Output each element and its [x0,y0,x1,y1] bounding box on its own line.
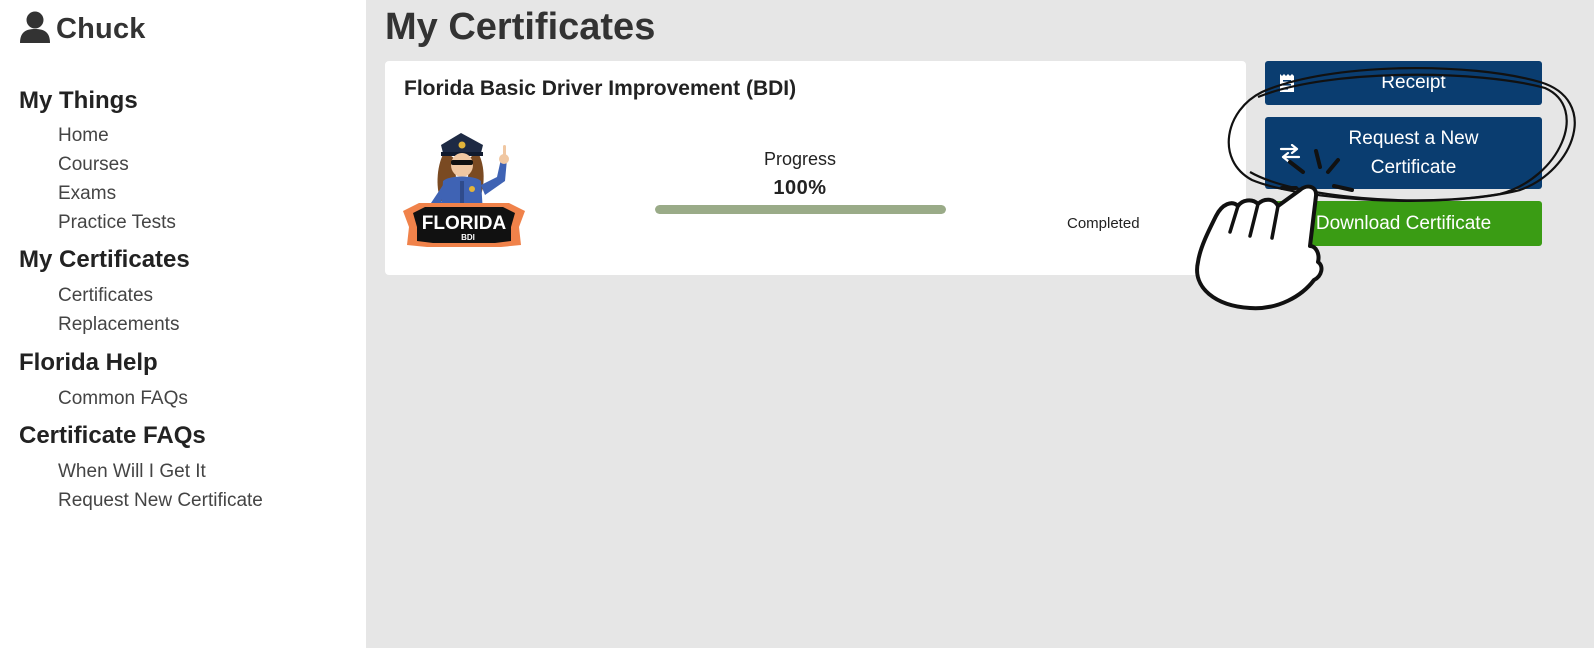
sidebar-item-replacements[interactable]: Replacements [58,310,190,339]
user-icon [18,10,52,49]
nav-section-my-things: My Things Home Courses Exams Practice Te… [19,86,176,237]
logo-text: FLORIDA [422,213,507,234]
progress-label: Progress [763,149,837,169]
user-header[interactable]: Chuck [18,10,146,49]
sidebar-item-courses[interactable]: Courses [58,150,176,179]
request-new-certificate-button[interactable]: Request a New Certificate [1265,117,1542,189]
sidebar-item-exams[interactable]: Exams [58,179,176,208]
receipt-icon [1279,73,1295,93]
swap-arrows-icon [1279,144,1301,162]
progress-value: 100% [773,177,827,199]
nav-heading-my-things: My Things [19,87,138,114]
sidebar: Chuck My Things Home Courses Exams Pract… [0,0,366,648]
user-name: Chuck [56,13,146,45]
nav-heading-my-certificates: My Certificates [19,246,190,273]
receipt-button[interactable]: Receipt [1265,61,1542,105]
request-button-label: Request a New Certificate [1348,128,1479,178]
sidebar-item-request-new-certificate[interactable]: Request New Certificate [58,486,263,515]
nav-section-certificate-faqs: Certificate FAQs When Will I Get It Requ… [19,421,263,515]
page-title: My Certificates [385,6,656,48]
nav-heading-certificate-faqs: Certificate FAQs [19,422,206,449]
florida-bdi-logo: FLORIDA BDI [401,129,527,253]
download-certificate-button[interactable]: Download Certificate [1265,201,1542,246]
status-text: Completed [1067,215,1140,232]
certificate-card: Florida Basic Driver Improvement (BDI) F… [385,61,1246,275]
nav-section-my-certificates: My Certificates Certificates Replacement… [19,245,190,339]
sidebar-item-common-faqs[interactable]: Common FAQs [58,384,188,413]
download-button-label: Download Certificate [1315,212,1492,234]
progress-bar-fill [655,205,946,214]
course-title: Florida Basic Driver Improvement (BDI) [404,77,797,100]
nav-heading-florida-help: Florida Help [19,349,158,376]
sidebar-item-certificates[interactable]: Certificates [58,281,190,310]
sidebar-item-practice-tests[interactable]: Practice Tests [58,208,176,237]
sidebar-item-when-will-i-get-it[interactable]: When Will I Get It [58,457,263,486]
logo-subtext: BDI [461,233,475,242]
sidebar-item-home[interactable]: Home [58,121,176,150]
progress-bar [655,205,946,214]
receipt-button-label: Receipt [1381,72,1446,93]
nav-section-florida-help: Florida Help Common FAQs [19,348,188,413]
